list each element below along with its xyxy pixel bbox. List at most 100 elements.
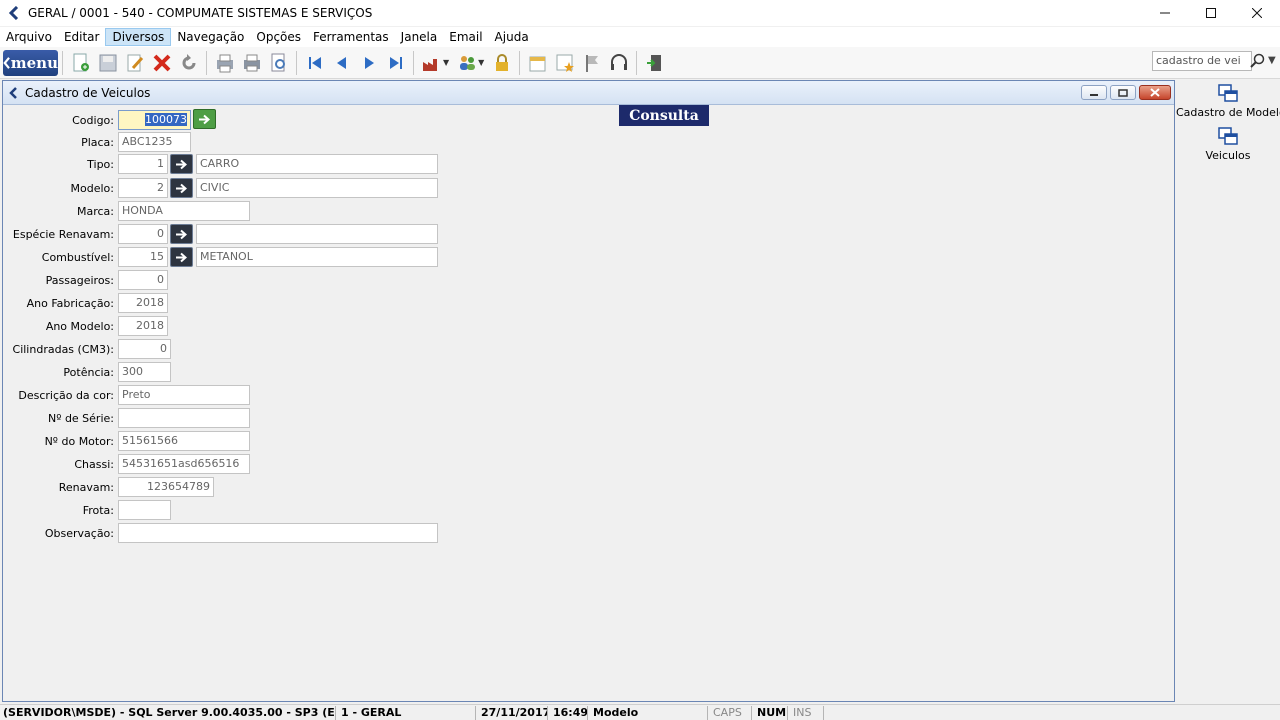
support-icon[interactable]	[608, 52, 630, 74]
observacao-field[interactable]	[118, 523, 438, 543]
new-doc-icon[interactable]	[70, 52, 92, 74]
status-context: Modelo	[590, 706, 708, 720]
lock-icon[interactable]	[491, 52, 513, 74]
ano-modelo-field[interactable]: 2018	[118, 316, 168, 336]
main-menu-label: menu	[10, 53, 58, 72]
toolbar-separator	[296, 50, 297, 75]
placa-field[interactable]: ABC1235	[118, 132, 191, 152]
ano-fabricacao-field[interactable]: 2018	[118, 293, 168, 313]
menu-bar: Arquivo Editar Diversos Navegação Opções…	[0, 27, 1280, 47]
save-icon[interactable]	[97, 52, 119, 74]
delete-icon[interactable]	[151, 52, 173, 74]
toolbar-separator	[62, 50, 63, 75]
toolbar: menu ▼ ▼ cadastro de vei ▼	[0, 47, 1280, 79]
cilindradas-label: Cilindradas (CM3):	[12, 343, 114, 356]
especie-lookup-button[interactable]	[170, 224, 193, 244]
main-menu-button[interactable]: menu	[3, 49, 58, 76]
status-num: NUM	[754, 706, 788, 720]
especie-code-field[interactable]: 0	[118, 224, 168, 244]
status-server: (SERVIDOR\MSDE) - SQL Server 9.00.4035.0…	[0, 706, 336, 720]
close-button[interactable]	[1234, 0, 1280, 26]
ano-modelo-label: Ano Modelo:	[45, 320, 114, 333]
shortcut-cadastro-modelos[interactable]: Cadastro de Modelos	[1176, 83, 1280, 119]
first-record-icon[interactable]	[304, 52, 326, 74]
frota-label: Frota:	[82, 504, 114, 517]
menu-opcoes[interactable]: Opções	[250, 28, 307, 46]
last-record-icon[interactable]	[385, 52, 407, 74]
status-date: 27/11/2017	[478, 706, 548, 720]
print-preview-icon[interactable]	[214, 52, 236, 74]
especie-desc-field[interactable]	[196, 224, 438, 244]
frota-field[interactable]	[118, 500, 171, 520]
search-input[interactable]: cadastro de vei	[1152, 51, 1252, 71]
menu-email[interactable]: Email	[443, 28, 488, 46]
modelo-lookup-button[interactable]	[170, 178, 193, 198]
chassi-field[interactable]: 54531651asd656516	[118, 454, 250, 474]
shortcut-label: Veiculos	[1205, 149, 1251, 162]
next-record-icon[interactable]	[358, 52, 380, 74]
menu-diversos[interactable]: Diversos	[105, 28, 172, 46]
flag-icon[interactable]	[581, 52, 603, 74]
search-icon[interactable]	[1250, 53, 1266, 69]
app-logo-icon	[8, 6, 19, 20]
windows-icon	[1218, 127, 1238, 145]
status-bar: (SERVIDOR\MSDE) - SQL Server 9.00.4035.0…	[0, 704, 1280, 720]
motor-field[interactable]: 51561566	[118, 431, 250, 451]
combustivel-label: Combustível:	[41, 251, 114, 264]
tipo-desc-field[interactable]: CARRO	[196, 154, 438, 174]
cor-field[interactable]: Preto	[118, 385, 250, 405]
shortcut-veiculos[interactable]: Veiculos	[1176, 126, 1280, 162]
modelo-code-field[interactable]: 2	[118, 178, 168, 198]
tipo-code-field[interactable]: 1	[118, 154, 168, 174]
form-title: Cadastro de Veiculos	[25, 85, 151, 100]
menu-arquivo[interactable]: Arquivo	[0, 28, 58, 46]
note-icon[interactable]	[527, 52, 549, 74]
toolbar-separator	[519, 50, 521, 75]
arrow-right-icon	[176, 252, 188, 262]
star-doc-icon[interactable]	[554, 52, 576, 74]
cilindradas-field[interactable]: 0	[118, 339, 171, 359]
marca-field[interactable]: HONDA	[118, 201, 250, 221]
renavam-field[interactable]: 123654789	[118, 477, 214, 497]
codigo-field[interactable]: 100073	[118, 110, 191, 130]
toolbar-overflow-icon[interactable]: ▼	[1268, 55, 1276, 66]
potencia-field[interactable]: 300	[118, 362, 171, 382]
factory-icon[interactable]	[421, 52, 443, 74]
inner-minimize-button[interactable]	[1081, 85, 1107, 100]
menu-navegacao[interactable]: Navegação	[171, 28, 250, 46]
users-dropdown-icon[interactable]: ▼	[478, 58, 484, 67]
status-time: 16:49	[550, 706, 588, 720]
window-title: GERAL / 0001 - 540 - COMPUMATE SISTEMAS …	[28, 6, 373, 20]
serie-field[interactable]	[118, 408, 250, 428]
inner-close-button[interactable]	[1139, 85, 1171, 100]
print-icon[interactable]	[241, 52, 263, 74]
combustivel-desc-field[interactable]: METANOL	[196, 247, 438, 267]
passageiros-field[interactable]: 0	[118, 270, 168, 290]
menu-ajuda[interactable]: Ajuda	[489, 28, 535, 46]
vehicle-register-window: Cadastro de Veiculos Consulta Codigo: 10…	[2, 80, 1175, 702]
arrow-right-icon	[199, 114, 211, 124]
edit-icon[interactable]	[124, 52, 146, 74]
exit-icon[interactable]	[644, 52, 666, 74]
tipo-lookup-button[interactable]	[170, 154, 193, 174]
codigo-go-button[interactable]	[193, 109, 216, 129]
arrow-right-icon	[176, 183, 188, 193]
mode-badge: Consulta	[619, 105, 709, 126]
minimize-button[interactable]	[1142, 0, 1188, 26]
maximize-button[interactable]	[1188, 0, 1234, 26]
inner-restore-button[interactable]	[1110, 85, 1136, 100]
cor-label: Descrição da cor:	[18, 389, 114, 402]
users-icon[interactable]	[456, 52, 478, 74]
combustivel-code-field[interactable]: 15	[118, 247, 168, 267]
tipo-label: Tipo:	[87, 158, 114, 171]
combustivel-lookup-button[interactable]	[170, 247, 193, 267]
zoom-page-icon[interactable]	[268, 52, 290, 74]
prev-record-icon[interactable]	[331, 52, 353, 74]
menu-janela[interactable]: Janela	[395, 28, 444, 46]
menu-editar[interactable]: Editar	[58, 28, 106, 46]
modelo-desc-field[interactable]: CIVIC	[196, 178, 438, 198]
inner-title-bar: Cadastro de Veiculos	[3, 81, 1174, 105]
menu-ferramentas[interactable]: Ferramentas	[307, 28, 395, 46]
factory-dropdown-icon[interactable]: ▼	[443, 58, 449, 67]
undo-icon[interactable]	[178, 52, 200, 74]
